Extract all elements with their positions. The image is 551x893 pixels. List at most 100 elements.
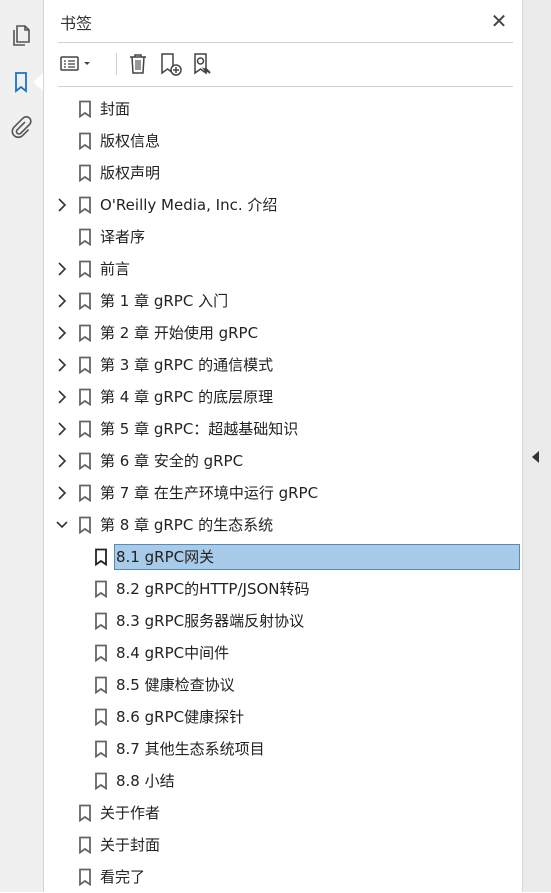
bookmark-icon	[78, 868, 92, 886]
bookmark-label: 第 3 章 gRPC 的通信模式	[100, 356, 274, 374]
navigation-rail	[0, 0, 44, 892]
bookmarks-panel: 书签 ✕ 封面 版权信息 版权声明 O'Reilly Media, Inc. 介…	[44, 0, 522, 892]
bookmark-item[interactable]: 8.4 gRPC中间件	[44, 637, 522, 669]
bookmark-label: 8.1 gRPC网关	[116, 548, 215, 566]
bookmark-item[interactable]: 8.6 gRPC健康探针	[44, 701, 522, 733]
bookmark-icon	[78, 292, 92, 310]
bookmark-item[interactable]: 8.3 gRPC服务器端反射协议	[44, 605, 522, 637]
bookmark-icon	[94, 740, 108, 758]
bookmark-item[interactable]: 译者序	[44, 221, 522, 253]
close-panel-button[interactable]: ✕	[488, 10, 510, 32]
bookmark-item[interactable]: 第 3 章 gRPC 的通信模式	[44, 349, 522, 381]
bookmark-label: 第 1 章 gRPC 入门	[100, 292, 229, 310]
bookmark-icon	[94, 644, 108, 662]
bookmark-label: 看完了	[100, 868, 146, 886]
bookmark-item[interactable]: 版权信息	[44, 125, 522, 157]
bookmark-label: 版权声明	[100, 164, 161, 182]
bookmark-item[interactable]: 第 5 章 gRPC：超越基础知识	[44, 413, 522, 445]
bookmark-icon	[78, 420, 92, 438]
bookmark-label: 8.8 小结	[116, 772, 175, 790]
panel-title: 书签	[60, 14, 93, 33]
chevron-down-icon[interactable]	[55, 517, 69, 533]
chevron-right-icon[interactable]	[55, 357, 69, 373]
chevron-right-icon[interactable]	[55, 421, 69, 437]
bookmark-item[interactable]: 第 2 章 开始使用 gRPC	[44, 317, 522, 349]
bookmark-label: 版权信息	[100, 132, 161, 150]
bookmark-item[interactable]: 第 1 章 gRPC 入门	[44, 285, 522, 317]
bookmark-item[interactable]: 第 6 章 安全的 gRPC	[44, 445, 522, 477]
bookmark-icon	[78, 260, 92, 278]
chevron-right-icon[interactable]	[55, 325, 69, 341]
bookmark-label: 第 6 章 安全的 gRPC	[100, 452, 244, 470]
bookmark-item[interactable]: 8.8 小结	[44, 765, 522, 797]
bookmark-icon	[78, 452, 92, 470]
bookmark-item[interactable]: 第 8 章 gRPC 的生态系统	[44, 509, 522, 541]
bookmark-item[interactable]: 版权声明	[44, 157, 522, 189]
active-indicator	[33, 73, 43, 91]
bookmark-icon	[78, 836, 92, 854]
bookmark-icon	[78, 388, 92, 406]
bookmark-icon	[94, 580, 108, 598]
bookmarks-toolbar	[58, 48, 513, 80]
bookmark-icon	[78, 100, 92, 118]
pages-icon[interactable]	[8, 22, 34, 48]
bookmark-label: 第 4 章 gRPC 的底层原理	[100, 388, 274, 406]
bookmark-label: 第 8 章 gRPC 的生态系统	[100, 516, 274, 534]
bookmark-item[interactable]: 8.2 gRPC的HTTP/JSON转码	[44, 573, 522, 605]
options-menu-button[interactable]	[58, 50, 96, 78]
chevron-right-icon[interactable]	[55, 197, 69, 213]
toolbar-divider	[116, 53, 117, 75]
chevron-right-icon[interactable]	[55, 453, 69, 469]
bookmark-label: 8.3 gRPC服务器端反射协议	[116, 612, 305, 630]
bookmark-item[interactable]: 第 4 章 gRPC 的底层原理	[44, 381, 522, 413]
chevron-right-icon[interactable]	[55, 261, 69, 277]
bookmark-icon	[78, 132, 92, 150]
bookmark-search-icon	[194, 53, 211, 75]
bookmark-label: 第 7 章 在生产环境中运行 gRPC	[100, 484, 319, 502]
bookmark-item[interactable]: 第 7 章 在生产环境中运行 gRPC	[44, 477, 522, 509]
collapse-arrow-icon[interactable]	[532, 451, 539, 463]
bookmark-item[interactable]: 8.7 其他生态系统项目	[44, 733, 522, 765]
bookmark-label: 前言	[100, 260, 131, 278]
bookmark-label: 第 2 章 开始使用 gRPC	[100, 324, 259, 342]
bookmark-icon	[78, 164, 92, 182]
bookmark-icon	[78, 324, 92, 342]
bookmark-label: 8.6 gRPC健康探针	[116, 708, 245, 726]
header-divider	[58, 42, 513, 43]
paperclip-icon[interactable]	[8, 114, 34, 140]
bookmark-label: 关于封面	[100, 836, 161, 854]
bookmark-item[interactable]: 封面	[44, 93, 522, 125]
bookmark-item[interactable]: 8.5 健康检查协议	[44, 669, 522, 701]
bookmark-item[interactable]: 8.1 gRPC网关	[44, 541, 522, 573]
bookmark-label: 关于作者	[100, 804, 161, 822]
bookmark-item[interactable]: O'Reilly Media, Inc. 介绍	[44, 189, 522, 221]
bookmark-add-icon	[161, 53, 182, 76]
delete-bookmark-button[interactable]	[124, 50, 152, 78]
trash-icon	[130, 54, 146, 74]
bookmark-item[interactable]: 前言	[44, 253, 522, 285]
bookmark-from-selection-button[interactable]	[188, 50, 216, 78]
bookmark-icon	[94, 676, 108, 694]
chevron-right-icon[interactable]	[55, 485, 69, 501]
chevron-right-icon[interactable]	[55, 389, 69, 405]
bookmark-label: 译者序	[100, 228, 146, 246]
bookmark-icon	[94, 548, 108, 566]
bookmark-icon	[78, 516, 92, 534]
bookmark-label: 8.5 健康检查协议	[116, 676, 235, 694]
bookmark-item[interactable]: 看完了	[44, 861, 522, 893]
bookmark-icon	[78, 804, 92, 822]
bookmark-icon	[94, 708, 108, 726]
bookmark-label: 第 5 章 gRPC：超越基础知识	[100, 420, 299, 438]
bookmark-icon	[94, 772, 108, 790]
bookmark-label: O'Reilly Media, Inc. 介绍	[100, 196, 278, 214]
bookmark-item[interactable]: 关于封面	[44, 829, 522, 861]
bookmark-icon[interactable]	[8, 69, 34, 95]
panel-splitter[interactable]	[522, 0, 551, 892]
bookmark-label: 8.7 其他生态系统项目	[116, 740, 265, 758]
bookmark-label: 封面	[100, 100, 131, 118]
bookmark-icon	[78, 196, 92, 214]
new-bookmark-button[interactable]	[156, 50, 184, 78]
bookmark-icon	[78, 484, 92, 502]
chevron-right-icon[interactable]	[55, 293, 69, 309]
bookmark-item[interactable]: 关于作者	[44, 797, 522, 829]
